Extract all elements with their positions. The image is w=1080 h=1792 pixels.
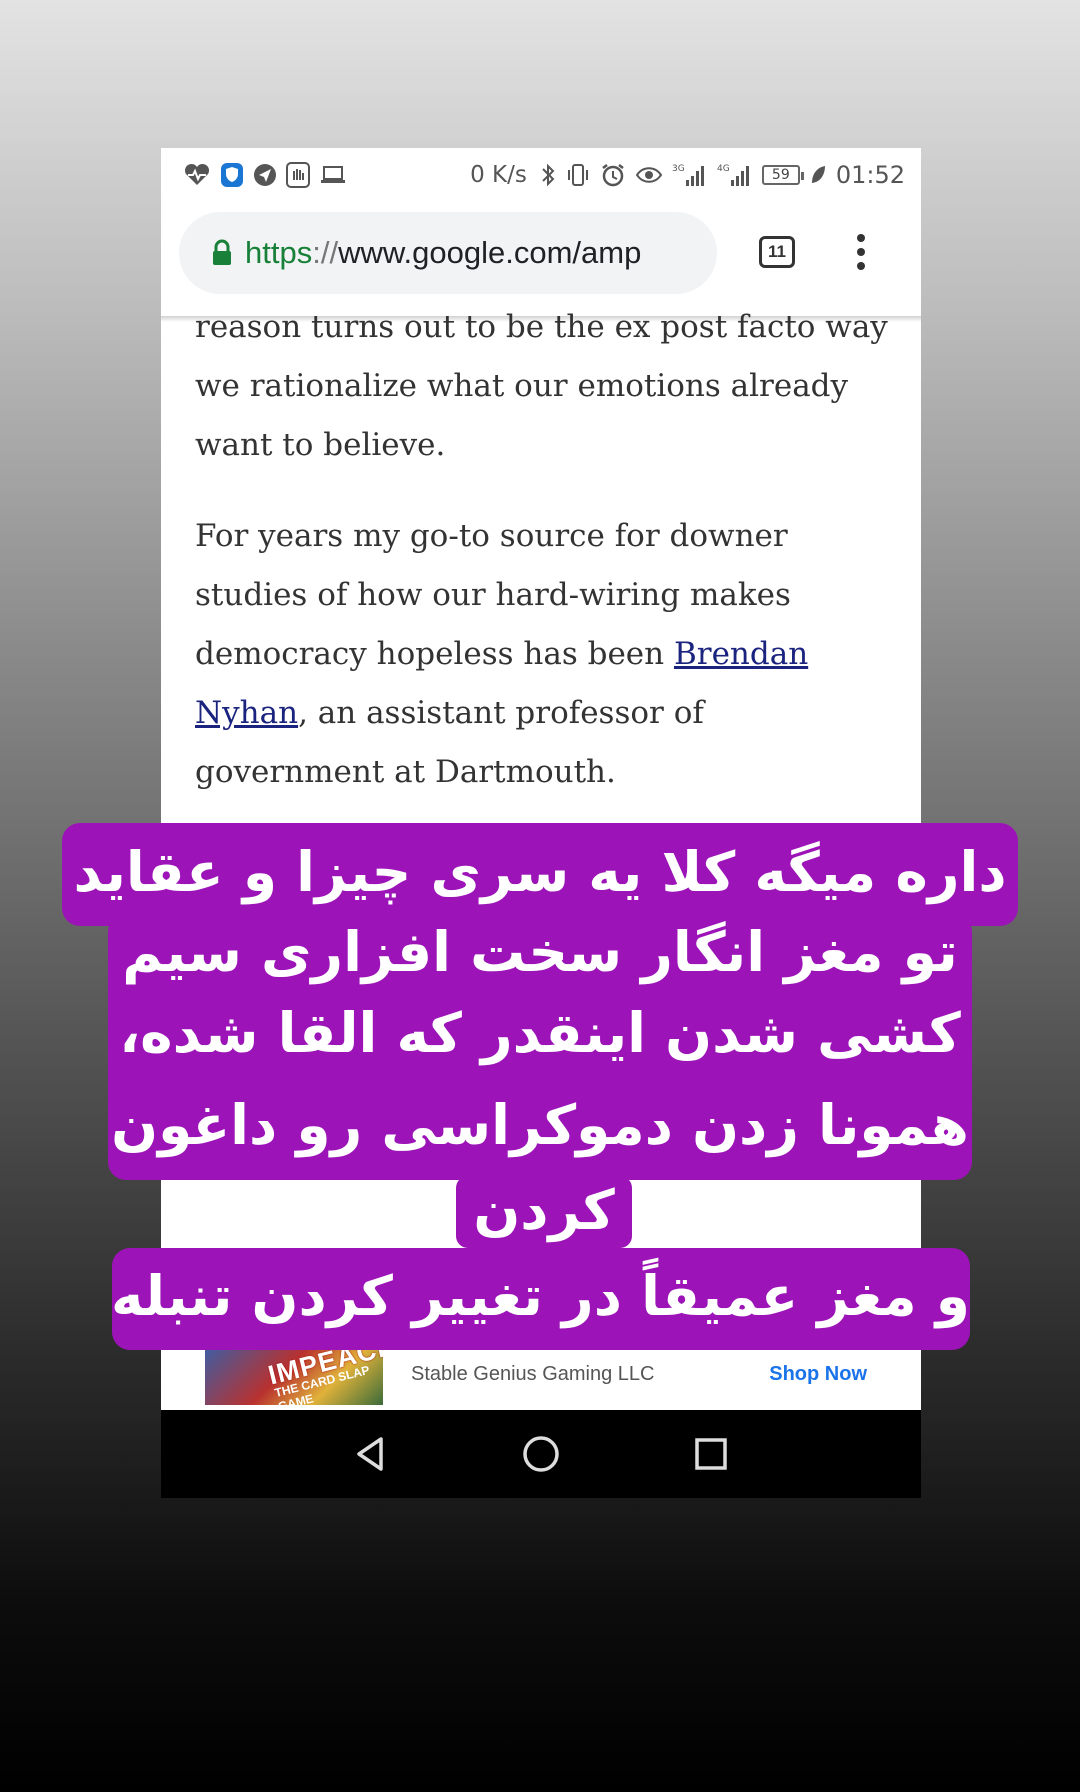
clock: 01:52	[835, 161, 905, 189]
send-icon	[253, 163, 277, 187]
home-circle-icon	[523, 1436, 559, 1472]
status-left-icons	[183, 162, 347, 188]
lock-icon	[211, 239, 233, 267]
status-bar: 0 K/s 3G 4G 59 01:52	[161, 148, 921, 202]
home-button[interactable]	[511, 1424, 571, 1484]
battery-level: 59	[771, 167, 790, 183]
bluetooth-icon	[540, 162, 556, 188]
address-bar[interactable]: https://www.google.com/amp	[179, 212, 717, 294]
back-button[interactable]	[341, 1424, 401, 1484]
network-speed: 0 K/s	[470, 162, 527, 188]
caption-line: داره میگه کلا یه سری چیزا و عقاید	[73, 840, 1007, 904]
ad-thumbnail[interactable]: IMPEACH THE CARD SLAP GAME	[205, 1343, 383, 1405]
back-triangle-icon	[357, 1437, 383, 1471]
caption-line: همونا زدن دموکراسی رو داغون	[111, 1093, 969, 1157]
recents-button[interactable]	[681, 1424, 741, 1484]
caption-line: کشی شدن اینقدر که القا شده،	[119, 1001, 961, 1065]
heart-rate-icon	[183, 163, 211, 187]
url-host: www.google.com/amp	[338, 235, 642, 270]
caption-white-box-right	[630, 1182, 920, 1250]
eye-icon	[635, 164, 663, 186]
overflow-menu-icon[interactable]	[851, 232, 871, 272]
signal-4g-label: 4G	[717, 164, 730, 174]
caption-line: کردن	[473, 1178, 615, 1242]
caption-white-box-left	[185, 1182, 450, 1250]
status-right-icons: 0 K/s 3G 4G 59 01:52	[470, 161, 905, 189]
url-text: https://www.google.com/amp	[245, 235, 641, 271]
article-paragraph: For years my go-to source for downer stu…	[195, 507, 895, 802]
caption-line: تو مغز انگار سخت افزاری سیم	[122, 920, 958, 984]
browser-toolbar: https://www.google.com/amp 11	[161, 202, 921, 294]
shop-now-button[interactable]: Shop Now	[769, 1363, 867, 1386]
signal-icon: 3G	[672, 162, 708, 188]
ad-banner[interactable]: IMPEACH THE CARD SLAP GAME Stable Genius…	[161, 1343, 921, 1418]
leaf-icon	[809, 164, 827, 186]
navigation-bar	[161, 1410, 921, 1498]
signal-3g-label: 3G	[672, 164, 685, 174]
caption-line: و مغز عمیقاً در تغییر کردن تنبله	[111, 1264, 970, 1328]
ad-seller: Stable Genius Gaming LLC	[411, 1363, 655, 1385]
url-separator: ://	[312, 235, 339, 270]
recents-square-icon	[695, 1438, 727, 1470]
shield-icon	[220, 162, 244, 188]
article-paragraph: reason turns out to be the ex post facto…	[195, 309, 888, 463]
tab-switcher-button[interactable]: 11	[759, 236, 795, 268]
vibrate-icon	[565, 162, 591, 188]
url-scheme: https	[245, 235, 313, 270]
battery-icon: 59	[761, 165, 804, 185]
signal-icon: 4G	[717, 162, 753, 188]
alarm-icon	[600, 162, 626, 188]
hand-icon	[286, 162, 310, 188]
laptop-icon	[319, 164, 347, 186]
article-body: reason turns out to be the ex post facto…	[195, 298, 895, 802]
